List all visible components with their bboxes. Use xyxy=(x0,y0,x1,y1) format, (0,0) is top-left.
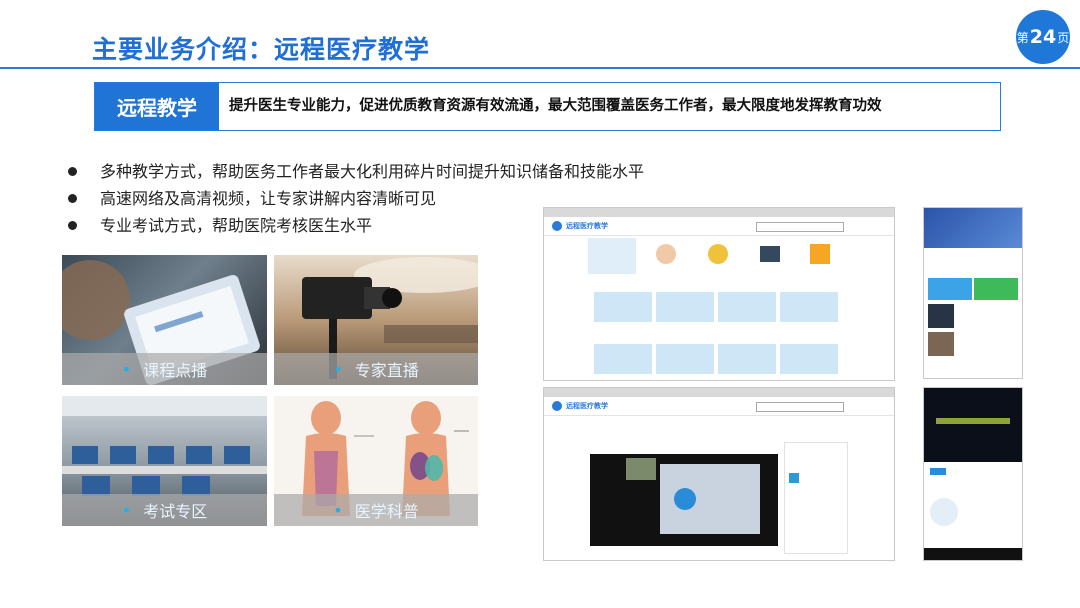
app-header: 远程医疗教学 xyxy=(544,217,894,236)
slide-title: 主要业务介绍：远程医疗教学 xyxy=(92,35,431,64)
mobile-screenshot-home xyxy=(923,207,1023,379)
category-row xyxy=(588,238,842,274)
category-icon xyxy=(760,246,780,262)
course-card xyxy=(594,344,652,374)
panel-button[interactable] xyxy=(789,473,799,483)
title-divider xyxy=(0,67,1080,69)
photo-caption: 医学科普 xyxy=(274,494,478,526)
mobile-thumb xyxy=(928,304,954,328)
photo-medical-science: 医学科普 xyxy=(274,396,478,526)
video-player[interactable] xyxy=(590,454,778,546)
video-thumbnail xyxy=(626,458,656,480)
mobile-tile xyxy=(974,278,1018,300)
photo-exam-area: 考试专区 xyxy=(62,396,267,526)
course-card xyxy=(780,344,838,374)
category-icon xyxy=(708,244,728,264)
photo-expert-live: 专家直播 xyxy=(274,255,478,385)
app-name: 远程医疗教学 xyxy=(566,402,608,410)
photo-caption: 专家直播 xyxy=(274,353,478,385)
mobile-avatar xyxy=(930,498,958,526)
category-icon xyxy=(810,244,830,264)
app-name: 远程医疗教学 xyxy=(566,222,608,230)
photo-caption: 课程点播 xyxy=(62,353,267,385)
side-panel xyxy=(784,442,848,554)
bullet-item: 多种教学方式，帮助医务工作者最大化利用碎片时间提升知识储备和技能水平 xyxy=(66,158,644,185)
app-logo-icon xyxy=(552,401,562,411)
search-box xyxy=(756,222,844,232)
photo-caption: 考试专区 xyxy=(62,494,267,526)
play-icon[interactable] xyxy=(674,488,696,510)
mobile-screenshot-video xyxy=(923,387,1023,561)
desktop-screenshot-player: 远程医疗教学 xyxy=(543,387,895,561)
browser-tabbar xyxy=(544,388,894,397)
mobile-tile xyxy=(928,278,972,300)
course-card xyxy=(780,292,838,322)
photo-course-on-demand: 课程点播 xyxy=(62,255,267,385)
category-icon xyxy=(588,238,636,274)
course-card xyxy=(718,344,776,374)
mobile-video xyxy=(924,388,1022,462)
course-card xyxy=(718,292,776,322)
search-box xyxy=(756,402,844,412)
banner: 远程教学 提升医生专业能力，促进优质教育资源有效流通，最大范围覆盖医务工作者，最… xyxy=(94,82,1001,131)
banner-tag: 远程教学 xyxy=(95,83,219,130)
video-title-overlay xyxy=(936,418,1010,424)
page-prefix: 第 xyxy=(1016,30,1029,45)
mobile-banner xyxy=(924,208,1022,248)
browser-tabbar xyxy=(544,208,894,217)
banner-text: 提升医生专业能力，促进优质教育资源有效流通，最大范围覆盖医务工作者，最大限度地发… xyxy=(229,98,882,114)
mobile-navbar xyxy=(924,548,1022,560)
mobile-thumb xyxy=(928,332,954,356)
course-card xyxy=(594,292,652,322)
app-logo-icon xyxy=(552,221,562,231)
mobile-tab-active[interactable] xyxy=(930,468,946,475)
course-card xyxy=(656,292,714,322)
desktop-screenshot-portal: 远程医疗教学 xyxy=(543,207,895,381)
page-suffix: 页 xyxy=(1057,30,1070,45)
course-card xyxy=(656,344,714,374)
page-number: 24 xyxy=(1029,26,1057,48)
app-header: 远程医疗教学 xyxy=(544,397,894,416)
page-badge: 第 24 页 xyxy=(1016,10,1070,64)
category-icon xyxy=(656,244,676,264)
